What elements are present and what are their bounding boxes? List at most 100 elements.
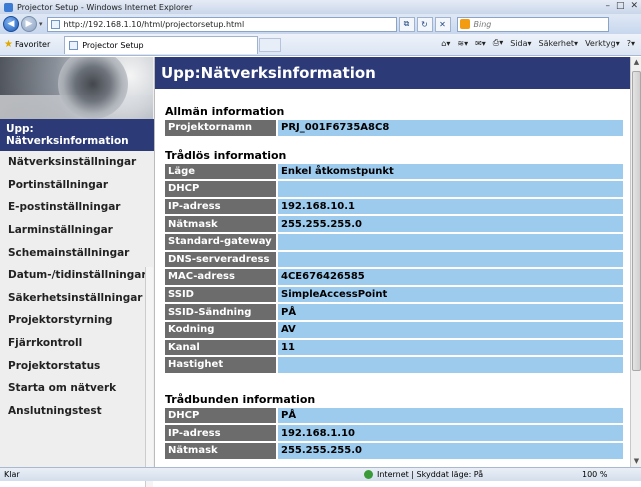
safety-menu[interactable]: Säkerhet▾ [539, 39, 579, 48]
zoom-level[interactable]: 100 % [582, 470, 607, 479]
new-tab-button[interactable] [259, 37, 282, 52]
feeds-icon[interactable]: ≋▾ [457, 39, 468, 48]
sidebar-item-security-settings[interactable]: Säkerhetsinställningar [0, 287, 154, 310]
sidebar-item-port-settings[interactable]: Portinställningar [0, 174, 154, 197]
row-value: 192.168.10.1 [278, 198, 623, 215]
table-row: Projektornamn PRJ_001F6735A8C8 [165, 120, 623, 136]
row-label: Kodning [165, 321, 276, 338]
sidebar-item-alarm-settings[interactable]: Larminställningar [0, 219, 154, 242]
sidebar-item-projector-control[interactable]: Projektorstyrning [0, 309, 154, 332]
row-value: 255.255.255.0 [278, 216, 623, 232]
table-row: SSID SimpleAccessPoint [165, 286, 623, 303]
table-row: DHCP [165, 181, 623, 197]
address-bar: ◀ ▶ ▾ http://192.168.1.10/html/projector… [0, 14, 641, 34]
row-value: PRJ_001F6735A8C8 [278, 120, 623, 136]
help-icon[interactable]: ?▾ [627, 39, 635, 48]
general-info-table: Projektornamn PRJ_001F6735A8C8 [163, 118, 625, 138]
row-label: DHCP [165, 181, 276, 197]
stop-button[interactable]: ✕ [434, 16, 451, 32]
sidebar: Upp: Nätverksinformation Nätverksinställ… [0, 57, 155, 487]
table-row: SSID-Sändning PÅ [165, 304, 623, 320]
page-icon [50, 19, 60, 29]
table-row: Nätmask 255.255.255.0 [165, 442, 623, 459]
status-bar: Klar Internet | Skyddat läge: På 100 % [0, 467, 641, 481]
refresh-button[interactable]: ↻ [416, 16, 433, 32]
print-icon[interactable]: ⎙▾ [493, 38, 503, 48]
row-value: AV [278, 321, 623, 338]
sidebar-item-restart-network[interactable]: Starta om nätverk [0, 377, 154, 400]
tab-projector-setup[interactable]: Projector Setup [64, 35, 259, 54]
sidebar-item-remote-control[interactable]: Fjärrkontroll [0, 332, 154, 355]
row-label: Nätmask [165, 442, 276, 459]
row-value: PÅ [278, 407, 623, 424]
search-input[interactable]: Bing [456, 16, 609, 32]
main-content: Allmän information Projektornamn PRJ_001F… [155, 89, 630, 467]
table-row: Standard-gateway [165, 233, 623, 250]
table-row: Nätmask 255.255.255.0 [165, 216, 623, 232]
row-value: SimpleAccessPoint [278, 286, 623, 303]
table-row: Kanal 11 [165, 339, 623, 356]
sidebar-scrollbar[interactable] [145, 267, 153, 487]
scroll-up-icon[interactable]: ▲ [631, 57, 641, 68]
globe-icon [364, 470, 373, 479]
row-label: DNS-serveradress [165, 251, 276, 268]
sidebar-item-network-settings[interactable]: Nätverksinställningar [0, 151, 154, 174]
row-value: 11 [278, 339, 623, 356]
sidebar-item-datetime-settings[interactable]: Datum-/tidinställningar [0, 264, 154, 287]
row-value [278, 357, 623, 373]
back-button[interactable]: ◀ [3, 16, 19, 32]
window-title: Projector Setup - Windows Internet Explo… [17, 2, 193, 12]
page-menu[interactable]: Sida▾ [510, 39, 531, 48]
table-row: Kodning AV [165, 321, 623, 338]
url-field[interactable]: http://192.168.1.10/html/projectorsetup.… [46, 16, 397, 32]
favorites-star-icon[interactable]: ★ [4, 39, 13, 50]
favorites-button[interactable]: Favoriter [15, 40, 50, 49]
ie-icon [4, 2, 13, 12]
row-label: DHCP [165, 407, 276, 424]
row-label: Nätmask [165, 216, 276, 232]
row-label: SSID [165, 286, 276, 303]
history-dropdown-icon[interactable]: ▾ [39, 20, 43, 28]
wired-info-table: DHCP PÅ IP-adress 192.168.1.10 Nätmask 255.… [163, 406, 625, 461]
row-label: Standard-gateway [165, 233, 276, 250]
status-text: Klar [4, 470, 20, 479]
row-value: 4CE676426585 [278, 269, 623, 285]
sidebar-item-active[interactable]: Upp: Nätverksinformation [0, 119, 154, 151]
wireless-info-heading: Trådlös information [165, 148, 287, 162]
command-bar: ⌂▾ ≋▾ ✉▾ ⎙▾ Sida▾ Säkerhet▾ Verktyg▾ ?▾ [441, 38, 635, 48]
tools-menu[interactable]: Verktyg▾ [585, 39, 620, 48]
minimize-icon[interactable]: – [605, 1, 610, 11]
row-value [278, 181, 623, 197]
window-controls: – □ ✕ [605, 1, 638, 11]
table-row: IP-adress 192.168.10.1 [165, 198, 623, 215]
mail-icon[interactable]: ✉▾ [475, 39, 486, 48]
sidebar-item-email-settings[interactable]: E-postinställningar [0, 196, 154, 219]
row-label: Hastighet [165, 357, 276, 373]
page-scrollbar[interactable]: ▲ ▼ [630, 57, 641, 467]
row-value: Enkel åtkomstpunkt [278, 163, 623, 180]
scroll-thumb[interactable] [632, 71, 641, 371]
projector-logo [0, 57, 153, 119]
table-row: IP-adress 192.168.1.10 [165, 425, 623, 441]
row-label: MAC-adress [165, 269, 276, 285]
forward-button[interactable]: ▶ [21, 16, 37, 32]
maximize-icon[interactable]: □ [616, 1, 625, 11]
sidebar-item-projector-status[interactable]: Projektorstatus [0, 354, 154, 377]
sidebar-item-schedule-settings[interactable]: Schemainställningar [0, 241, 154, 264]
close-icon[interactable]: ✕ [630, 1, 638, 11]
scroll-down-icon[interactable]: ▼ [631, 456, 641, 467]
table-row: Läge Enkel åtkomstpunkt [165, 163, 623, 180]
row-label: Projektornamn [165, 120, 276, 136]
wireless-info-table: Läge Enkel åtkomstpunkt DHCP IP-adress 192… [163, 162, 625, 375]
sidebar-item-connection-test[interactable]: Anslutningstest [0, 400, 154, 423]
row-value [278, 233, 623, 250]
home-icon[interactable]: ⌂▾ [441, 39, 450, 48]
security-zone[interactable]: Internet | Skyddat läge: På [364, 470, 574, 479]
compat-view-button[interactable]: ⧉ [398, 16, 415, 32]
bing-icon [459, 19, 470, 29]
page-title: Upp:Nätverksinformation [155, 57, 630, 89]
table-row: DHCP PÅ [165, 407, 623, 424]
row-value: 255.255.255.0 [278, 442, 623, 459]
page-icon [69, 40, 79, 50]
row-label: Läge [165, 163, 276, 180]
